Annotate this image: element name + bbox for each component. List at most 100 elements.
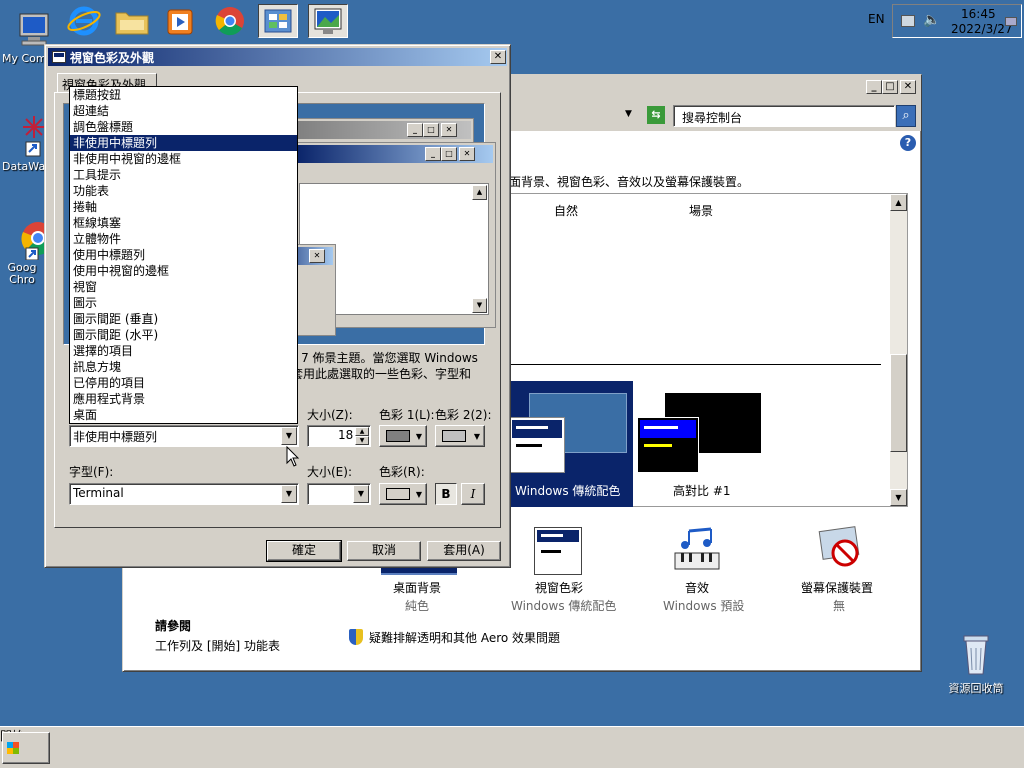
dropdown-item[interactable]: 選擇的項目 [70,343,297,359]
volume-icon[interactable]: 🔈 [923,12,940,28]
themes-listbox[interactable]: 自然 場景 Windows 傳統配色 高對比 #1 ▲ ▼ [508,193,908,507]
minimize-button[interactable]: _ [866,80,882,94]
personalize-icon [314,8,342,34]
dropdown-item[interactable]: 桌面 [70,407,297,423]
dropdown-item[interactable]: 非使用中標題列 [70,135,297,151]
preview-minimize-button: _ [407,123,423,137]
bold-toggle-button[interactable]: B [435,483,457,505]
font-color-picker-button[interactable]: ▼ [379,483,427,505]
dropdown-item[interactable]: 超連結 [70,103,297,119]
language-indicator[interactable]: EN [868,12,885,26]
scroll-down-button[interactable]: ▼ [890,489,907,506]
dropdown-item[interactable]: 非使用中視窗的邊框 [70,151,297,167]
dropdown-item[interactable]: 視窗 [70,279,297,295]
start-button[interactable] [2,732,50,764]
taskbar-ie[interactable] [64,4,104,38]
close-button[interactable]: ✕ [900,80,916,94]
item-combobox[interactable]: 非使用中標題列 ▼ [69,425,299,447]
dropdown-item[interactable]: 圖示 [70,295,297,311]
theme-tile-high-contrast-1[interactable]: 高對比 #1 [637,381,767,507]
font-size-combobox[interactable]: ▼ [307,483,371,505]
sound-title: 音效 [685,581,710,595]
taskbar-personalize[interactable] [308,4,348,38]
item-dropdown-list[interactable]: 標題按鈕 超連結 調色盤標題 非使用中標題列 非使用中視窗的邊框 工具提示 功能表 捲軸 框線填… [69,86,298,424]
recycle-bin-icon [963,635,989,675]
spin-up-button[interactable]: ▲ [355,427,369,436]
chevron-down-icon: ▼ [415,490,422,499]
taskbar-chrome[interactable] [210,4,250,38]
help-icon[interactable]: ? [900,135,916,151]
font-combobox-value: Terminal [73,486,124,500]
item-combobox-value: 非使用中標題列 [73,430,158,444]
music-notes-icon [674,527,720,570]
theme-tile-classic[interactable]: Windows 傳統配色 [509,381,633,507]
dropdown-item[interactable]: 框線填塞 [70,215,297,231]
dropdown-item[interactable]: 標題按鈕 [70,87,297,103]
dropdown-item[interactable]: 已停用的項目 [70,375,297,391]
personalize-description: 面背景、視窗色彩、音效以及螢幕保護裝置。 [509,175,750,189]
taskbar-explorer[interactable] [112,4,152,38]
preview-maximize-button: □ [441,147,457,161]
info-text-line2: 套用此處選取的一些色彩、字型和 [291,367,472,381]
dropdown-item[interactable]: 調色盤標題 [70,119,297,135]
dropdown-item[interactable]: 圖示間距 (水平) [70,327,297,343]
chevron-down-icon[interactable]: ▼ [353,485,369,503]
window-color-link[interactable]: 視窗色彩 Windows 傳統配色 [508,525,618,613]
dialog-title-icon [52,51,66,63]
color2-picker-button[interactable]: ▼ [435,425,485,447]
media-player-icon [167,9,193,35]
chevron-down-icon[interactable]: ▼ [281,427,297,445]
ok-button[interactable]: 確定 [266,540,342,562]
network-icon[interactable] [901,15,915,27]
desktop-icon-recycle-bin[interactable]: 資源回收筒 [942,630,1010,696]
dialog-close-button[interactable]: ✕ [490,50,506,64]
theme-section-divider [509,364,881,365]
show-desktop-icon[interactable] [1005,17,1017,26]
clock-date[interactable]: 2022/3/27 [951,22,1013,36]
see-also-taskbar-link[interactable]: 工作列及 [開始] 功能表 [155,637,280,654]
sound-link[interactable]: 音效 Windows 預設 [653,525,744,613]
dropdown-item[interactable]: 工具提示 [70,167,297,183]
scroll-thumb[interactable] [890,354,907,452]
color1-picker-button[interactable]: ▼ [379,425,427,447]
dropdown-item[interactable]: 功能表 [70,183,297,199]
size-value: 18 [338,428,354,442]
see-also-title: 請參閱 [155,619,192,633]
window-color-icon [534,527,582,575]
font-color-swatch [386,488,410,500]
search-input[interactable]: 搜尋控制台 [673,105,895,127]
system-tray: 🔈 16:45 2022/3/27 [892,4,1022,38]
maximize-button[interactable]: □ [882,80,898,94]
clock-time[interactable]: 16:45 [961,7,996,21]
taskbar-media-player[interactable] [160,4,200,38]
chevron-down-icon[interactable]: ▼ [281,485,297,503]
font-combobox[interactable]: Terminal ▼ [69,483,299,505]
dropdown-item[interactable]: 立體物件 [70,231,297,247]
troubleshoot-aero-link[interactable]: 疑難排解透明和其他 Aero 效果問題 [369,629,560,646]
apply-button[interactable]: 套用(A) [427,541,501,561]
theme-header-scene: 場景 [689,204,714,218]
screensaver-link[interactable]: 螢幕保護裝置 無 [793,525,893,613]
dropdown-item[interactable]: 使用中標題列 [70,247,297,263]
cancel-button[interactable]: 取消 [347,541,421,561]
dropdown-item[interactable]: 使用中視窗的邊框 [70,263,297,279]
dropdown-item[interactable]: 捲軸 [70,199,297,215]
spin-down-button[interactable]: ▼ [355,436,369,445]
preview-close-button: ✕ [441,123,457,137]
dropdown-item[interactable]: 訊息方塊 [70,359,297,375]
theme-preview-front [509,417,565,473]
size-spinner[interactable]: 18 ▲ ▼ [307,425,371,447]
italic-toggle-button[interactable]: I [461,483,485,505]
taskbar-control-panel[interactable] [258,4,298,38]
scroll-up-button[interactable]: ▲ [890,194,907,211]
desktop-icon-label: Goog Chro [7,262,37,286]
search-icon[interactable]: ⌕ [896,105,916,127]
dropdown-item[interactable]: 圖示間距 (垂直) [70,311,297,327]
sound-sub: Windows 預設 [663,599,745,613]
dropdown-item[interactable]: 應用程式背景 [70,391,297,407]
address-dropdown-arrow[interactable]: ▼ [625,109,632,119]
window-color-title: 視窗色彩 [535,581,584,595]
refresh-icon[interactable]: ⇆ [647,106,665,124]
themes-scrollbar[interactable]: ▲ ▼ [890,194,907,506]
size-label: 大小(Z): [307,408,353,422]
